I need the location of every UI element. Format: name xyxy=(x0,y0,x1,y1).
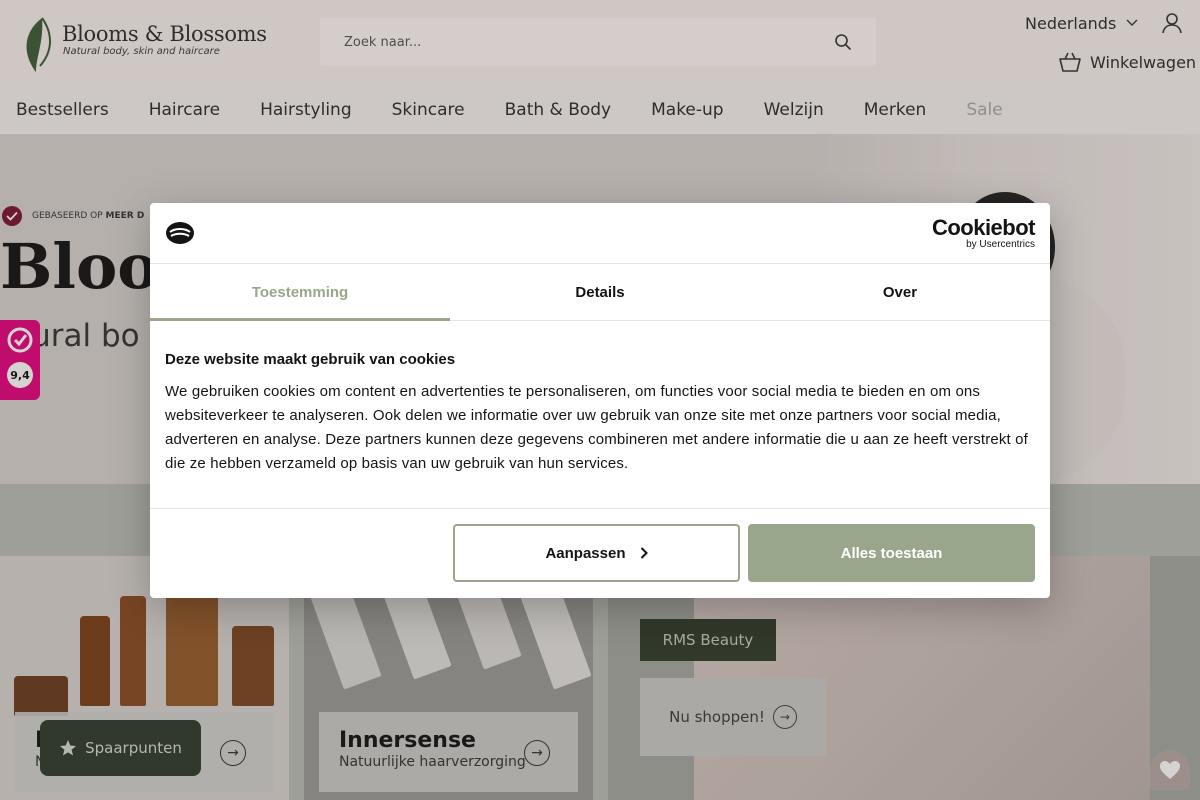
dialog-text: We gebruiken cookies om content en adver… xyxy=(165,383,1028,472)
customize-label: Aanpassen xyxy=(545,544,626,562)
chevron-right-icon xyxy=(640,547,648,559)
allow-all-label: Alles toestaan xyxy=(840,544,943,562)
dialog-heading: Deze website maakt gebruik van cookies xyxy=(165,351,456,368)
dialog-footer: Aanpassen Alles toestaan xyxy=(150,508,1050,598)
dialog-tabs: Toestemming Details Over xyxy=(150,264,1050,321)
cookiebot-name: Cookiebot xyxy=(931,215,1036,240)
cookiebot-logo[interactable]: Cookiebot by Usercentrics xyxy=(931,215,1036,251)
tab-over[interactable]: Over xyxy=(750,264,1050,320)
dialog-header: Cookiebot by Usercentrics xyxy=(150,203,1050,264)
tab-toestemming[interactable]: Toestemming xyxy=(150,264,450,321)
cookiebot-by: by Usercentrics xyxy=(966,239,1035,250)
customize-button[interactable]: Aanpassen xyxy=(453,524,740,582)
cookie-icon xyxy=(166,222,194,244)
tab-details[interactable]: Details xyxy=(450,264,750,320)
allow-all-button[interactable]: Alles toestaan xyxy=(748,524,1035,582)
cookie-consent-dialog: Cookiebot by Usercentrics Toestemming De… xyxy=(150,203,1050,598)
dialog-body: Deze website maakt gebruik van cookies W… xyxy=(165,351,1035,476)
